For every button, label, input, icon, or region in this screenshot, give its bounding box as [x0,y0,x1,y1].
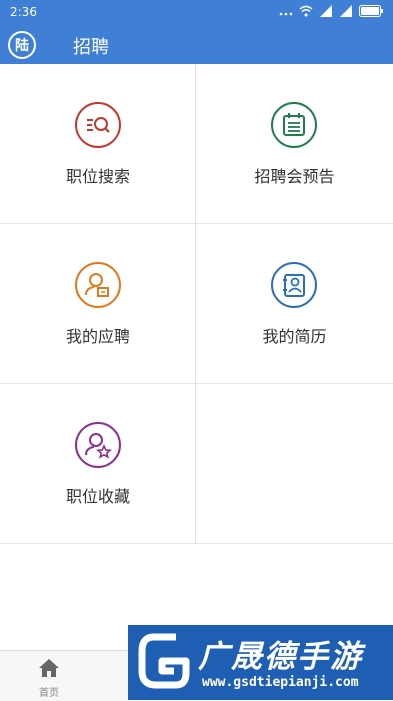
menu-item-my-resume[interactable]: 我的简历 [196,224,393,384]
user-card-icon [75,262,121,308]
status-bar: 2:36 [0,0,393,24]
search-list-icon [75,102,121,148]
battery-icon [359,5,383,17]
calendar-icon [271,102,317,148]
watermark: 广晟德手游 www.gsdtiepianji.com [128,625,393,700]
watermark-url: www.gsdtiepianji.com [202,675,359,690]
menu-item-label: 我的简历 [262,327,327,346]
status-time: 2:36 [10,5,37,19]
menu-item-label: 职位搜索 [65,167,130,186]
watermark-logo [138,633,190,689]
tab-home[interactable]: 首页 [0,651,98,701]
page-title: 招聘 [73,37,109,58]
user-star-icon [75,422,121,468]
menu-item-label: 职位收藏 [65,487,130,506]
menu-item-job-favorites[interactable]: 职位收藏 [0,384,196,544]
empty-cell [196,384,393,544]
menu-item-job-search[interactable]: 职位搜索 [0,64,196,224]
status-icons [279,4,383,18]
resume-icon [271,262,317,308]
menu-item-label: 我的应聘 [65,327,130,346]
menu-item-job-fair[interactable]: 招聘会预告 [196,64,393,224]
wifi-icon [299,5,313,17]
tab-home-label: 首页 [39,688,59,699]
signal-icon [340,5,352,17]
app-bar: 陆 招聘 [0,24,393,64]
watermark-text: 广晟德手游 [198,639,363,675]
home-icon [39,659,59,677]
menu-item-label: 招聘会预告 [254,167,335,186]
more-dots-icon [279,12,293,16]
app-logo[interactable]: 陆 [8,31,36,59]
signal-icon [320,5,332,17]
menu-item-my-applications[interactable]: 我的应聘 [0,224,196,384]
